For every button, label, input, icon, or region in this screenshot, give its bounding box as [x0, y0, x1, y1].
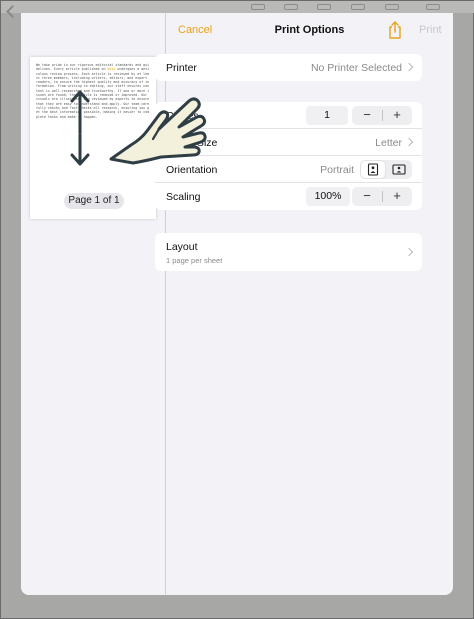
orientation-label: Orientation — [166, 164, 218, 176]
chevron-right-icon — [404, 137, 414, 147]
chevron-right-icon — [404, 247, 414, 257]
arrow-up-icon — [70, 90, 90, 135]
share-icon[interactable] — [388, 21, 402, 39]
printer-value: No Printer Selected — [310, 62, 402, 74]
copies-field[interactable]: 1 — [306, 106, 348, 125]
layout-group: Layout 1 page per sheet — [155, 233, 422, 271]
ghost-toolbar-icon — [284, 4, 298, 10]
layout-subtitle: 1 page per sheet — [166, 256, 223, 265]
printer-group: Printer No Printer Selected — [155, 54, 422, 81]
portrait-orientation-button[interactable] — [361, 161, 385, 178]
scaling-decrement-button[interactable]: − — [352, 187, 382, 206]
copies-increment-button[interactable]: + — [382, 106, 412, 125]
scaling-increment-button[interactable]: + — [382, 187, 412, 206]
copies-decrement-button[interactable]: − — [352, 106, 382, 125]
background-toolbar — [1, 1, 474, 18]
landscape-icon — [392, 164, 406, 175]
sheet-header: Cancel Print Options Print — [166, 13, 453, 49]
copies-stepper: − + — [352, 106, 412, 125]
back-chevron-icon — [6, 5, 19, 18]
print-options-sheet: We take pride in our rigorous editorial … — [21, 13, 453, 595]
paper-size-value: Letter — [375, 137, 402, 149]
ghost-toolbar-icon — [317, 4, 331, 10]
orientation-value: Portrait — [320, 164, 354, 176]
arrow-down-icon — [70, 133, 90, 166]
printer-label: Printer — [166, 62, 197, 74]
scaling-field[interactable]: 100% — [306, 187, 350, 206]
ghost-toolbar-icon — [385, 4, 399, 10]
page-count-badge: Page 1 of 1 — [64, 193, 124, 209]
chevron-right-icon — [404, 62, 414, 72]
ghost-toolbar-icon — [351, 4, 365, 10]
scaling-label: Scaling — [166, 191, 201, 203]
device-frame: We take pride in our rigorous editorial … — [0, 0, 474, 619]
orientation-segmented-control — [360, 160, 412, 179]
printer-row[interactable]: Printer No Printer Selected — [155, 54, 422, 81]
ghost-toolbar-icon — [426, 4, 440, 10]
layout-label: Layout — [166, 241, 198, 253]
layout-row[interactable]: Layout 1 page per sheet — [155, 233, 422, 271]
scaling-stepper: − + — [352, 187, 412, 206]
sheet-title: Print Options — [274, 24, 345, 36]
portrait-icon — [367, 163, 379, 176]
pointing-hand-icon — [109, 97, 207, 165]
ghost-toolbar-icon — [251, 4, 265, 10]
print-button[interactable]: Print — [419, 24, 442, 36]
scaling-row: Scaling 100% − + — [155, 183, 422, 210]
landscape-orientation-button[interactable] — [387, 161, 411, 178]
